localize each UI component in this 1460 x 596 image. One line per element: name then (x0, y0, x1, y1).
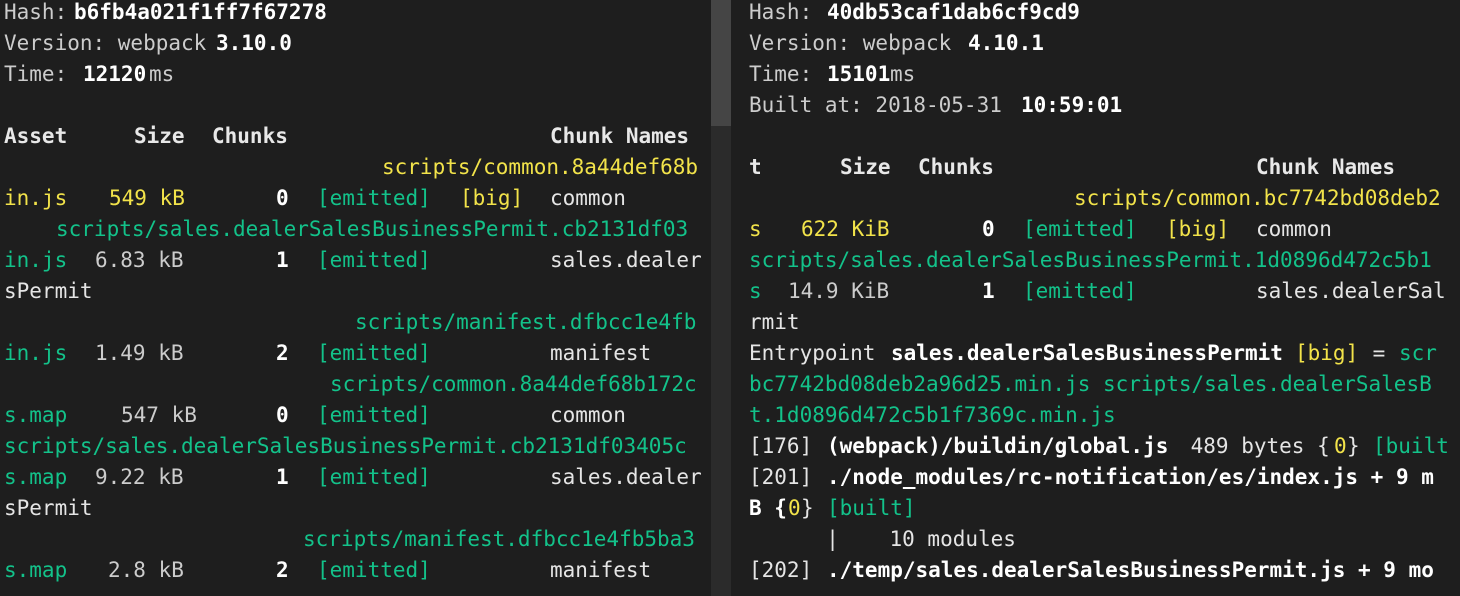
terminal-split-view: Hash: b6fb4a021f1ff7f67278 Version: webp… (0, 0, 1460, 596)
table-header: Asset Size Chunks Chunk Names (4, 124, 690, 148)
module-line: [176] (webpack)/buildin/global.js 489 by… (749, 434, 1449, 458)
time-value: 15101 (827, 62, 891, 86)
hash-value: 40db53caf1dab6cf9cd9 (827, 0, 1080, 24)
table-row: s 14.9 KiB 1 [emitted] sales.dealerSal (749, 279, 1446, 303)
module-line: [202] ./temp/sales.dealerSalesBusinessPe… (749, 558, 1434, 582)
table-row: s 622 KiB 0 [emitted] [big] common (749, 217, 1332, 241)
module-line: [201] ./node_modules/rc-notification/es/… (749, 465, 1434, 489)
table-header: t Size Chunks Chunk Names (749, 155, 1396, 179)
right-terminal-pane[interactable]: Hash: 40db53caf1dab6cf9cd9 Version: webp… (731, 0, 1460, 596)
table-row: s.map 547 kB 0 [emitted] common (4, 403, 626, 427)
module-line: B { 0 } [built] (749, 496, 916, 520)
version-value: 4.10.1 (968, 31, 1044, 55)
table-row: s.map 2.8 kB 2 [emitted] manifest (4, 558, 652, 582)
hash-value: b6fb4a021f1ff7f67278 (74, 0, 327, 24)
table-row: in.js 1.49 kB 2 [emitted] manifest (4, 341, 652, 365)
table-row: in.js 6.83 kB 1 [emitted] sales.dealer (4, 248, 702, 272)
entrypoint-line: Entrypoint sales.dealerSalesBusinessPerm… (749, 341, 1437, 365)
table-row: s.map 9.22 kB 1 [emitted] sales.dealer (4, 465, 702, 489)
time-value: 12120 (83, 62, 147, 86)
version-value: 3.10.0 (216, 31, 292, 55)
scrollbar-thumb[interactable] (711, 0, 731, 126)
table-row: in.js 549 kB 0 [emitted] [big] common (4, 186, 626, 210)
left-terminal-pane[interactable]: Hash: b6fb4a021f1ff7f67278 Version: webp… (0, 0, 711, 596)
pane-scrollbar[interactable] (711, 0, 731, 596)
